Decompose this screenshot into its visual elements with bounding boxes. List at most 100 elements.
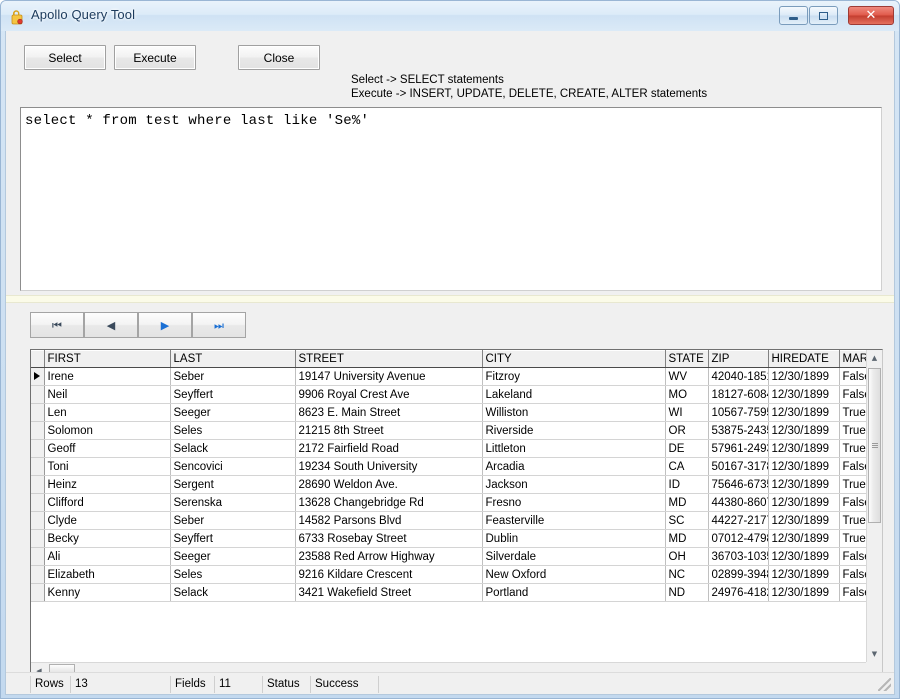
cell-city[interactable]: Fresno (482, 493, 666, 512)
cell-city[interactable]: Silverdale (482, 547, 666, 566)
column-header-state[interactable]: STATE (665, 350, 709, 368)
table-row[interactable]: Irene Seber 19147 University Avenue Fitzroy… (31, 367, 881, 386)
cell-zip[interactable]: 10567-7595 (708, 403, 769, 422)
cell-state[interactable]: MO (665, 385, 709, 404)
cell-city[interactable]: Arcadia (482, 457, 666, 476)
nav-prev-button[interactable]: ◀ (84, 312, 138, 338)
table-row[interactable]: Toni Sencovici 19234 South University Arcad… (31, 457, 881, 476)
table-row[interactable]: Clifford Serenska 13628 Changebridge Rd Fre… (31, 493, 881, 512)
record-indicator-cell[interactable] (31, 421, 45, 440)
cell-first[interactable]: Irene (44, 367, 171, 386)
cell-city[interactable]: New Oxford (482, 565, 666, 584)
cell-hiredate[interactable]: 12/30/1899 (768, 565, 840, 584)
column-header-zip[interactable]: ZIP (708, 350, 769, 368)
cell-state[interactable]: CA (665, 457, 709, 476)
table-row[interactable]: Geoff Selack 2172 Fairfield Road Littleton D… (31, 439, 881, 458)
cell-street[interactable]: 2172 Fairfield Road (295, 439, 483, 458)
cell-last[interactable]: Seyffert (170, 385, 296, 404)
table-row[interactable]: Solomon Seles 21215 8th Street Riverside OR 5… (31, 421, 881, 440)
cell-city[interactable]: Lakeland (482, 385, 666, 404)
cell-hiredate[interactable]: 12/30/1899 (768, 421, 840, 440)
title-bar[interactable]: Apollo Query Tool ✕ (1, 1, 899, 31)
cell-first[interactable]: Neil (44, 385, 171, 404)
cell-last[interactable]: Seeger (170, 547, 296, 566)
record-indicator-cell[interactable] (31, 583, 45, 602)
cell-hiredate[interactable]: 12/30/1899 (768, 511, 840, 530)
cell-first[interactable]: Solomon (44, 421, 171, 440)
cell-last[interactable]: Selack (170, 439, 296, 458)
cell-zip[interactable]: 18127-6084 (708, 385, 769, 404)
record-indicator-cell[interactable] (31, 439, 45, 458)
splitter[interactable] (6, 295, 894, 303)
cell-zip[interactable]: 44380-8607 (708, 493, 769, 512)
column-header-street[interactable]: STREET (295, 350, 483, 368)
cell-city[interactable]: Jackson (482, 475, 666, 494)
cell-street[interactable]: 8623 E. Main Street (295, 403, 483, 422)
column-header-city[interactable]: CITY (482, 350, 666, 368)
scroll-up-icon[interactable]: ▲ (867, 350, 882, 366)
cell-street[interactable]: 6733 Rosebay Street (295, 529, 483, 548)
cell-hiredate[interactable]: 12/30/1899 (768, 475, 840, 494)
cell-city[interactable]: Portland (482, 583, 666, 602)
cell-zip[interactable]: 50167-3178 (708, 457, 769, 476)
record-indicator-cell[interactable] (31, 475, 45, 494)
cell-last[interactable]: Seber (170, 367, 296, 386)
cell-first[interactable]: Becky (44, 529, 171, 548)
cell-zip[interactable]: 07012-4798 (708, 529, 769, 548)
cell-state[interactable]: WV (665, 367, 709, 386)
cell-street[interactable]: 28690 Weldon Ave. (295, 475, 483, 494)
cell-first[interactable]: Len (44, 403, 171, 422)
cell-hiredate[interactable]: 12/30/1899 (768, 367, 840, 386)
cell-city[interactable]: Dublin (482, 529, 666, 548)
record-indicator-cell[interactable] (31, 565, 45, 584)
cell-state[interactable]: WI (665, 403, 709, 422)
cell-hiredate[interactable]: 12/30/1899 (768, 457, 840, 476)
close-window-button[interactable]: ✕ (848, 6, 894, 25)
cell-zip[interactable]: 42040-1851 (708, 367, 769, 386)
cell-hiredate[interactable]: 12/30/1899 (768, 385, 840, 404)
cell-street[interactable]: 21215 8th Street (295, 421, 483, 440)
maximize-button[interactable] (809, 6, 838, 25)
cell-state[interactable]: OH (665, 547, 709, 566)
record-indicator-cell[interactable] (31, 511, 45, 530)
cell-street[interactable]: 13628 Changebridge Rd (295, 493, 483, 512)
cell-last[interactable]: Serenska (170, 493, 296, 512)
scroll-down-icon[interactable]: ▼ (867, 646, 882, 662)
record-indicator-cell[interactable] (31, 403, 45, 422)
cell-street[interactable]: 19234 South University (295, 457, 483, 476)
results-grid[interactable]: FIRST LAST STREET CITY STATE ZIP HIREDATE MARR … (30, 349, 883, 679)
cell-last[interactable]: Sencovici (170, 457, 296, 476)
table-row[interactable]: Becky Seyffert 6733 Rosebay Street Dublin MD… (31, 529, 881, 548)
cell-state[interactable]: MD (665, 493, 709, 512)
cell-first[interactable]: Clyde (44, 511, 171, 530)
nav-first-button[interactable]: ⏮ (30, 312, 84, 338)
cell-first[interactable]: Heinz (44, 475, 171, 494)
cell-state[interactable]: SC (665, 511, 709, 530)
cell-street[interactable]: 19147 University Avenue (295, 367, 483, 386)
cell-first[interactable]: Geoff (44, 439, 171, 458)
record-indicator-cell[interactable] (31, 385, 45, 404)
cell-state[interactable]: MD (665, 529, 709, 548)
cell-hiredate[interactable]: 12/30/1899 (768, 547, 840, 566)
sql-editor-text[interactable]: select * from test where last like 'Se%' (25, 113, 369, 129)
cell-hiredate[interactable]: 12/30/1899 (768, 403, 840, 422)
cell-first[interactable]: Ali (44, 547, 171, 566)
select-button[interactable]: Select (24, 45, 106, 70)
table-row[interactable]: Elizabeth Seles 9216 Kildare Crescent New O… (31, 565, 881, 584)
record-indicator-cell[interactable] (31, 493, 45, 512)
cell-city[interactable]: Feasterville (482, 511, 666, 530)
cell-street[interactable]: 9906 Royal Crest Ave (295, 385, 483, 404)
cell-first[interactable]: Kenny (44, 583, 171, 602)
cell-state[interactable]: DE (665, 439, 709, 458)
cell-zip[interactable]: 75646-6735 (708, 475, 769, 494)
table-row[interactable]: Clyde Seber 14582 Parsons Blvd Feasterville… (31, 511, 881, 530)
record-indicator-cell[interactable] (31, 547, 45, 566)
cell-state[interactable]: NC (665, 565, 709, 584)
minimize-button[interactable] (779, 6, 808, 25)
cell-last[interactable]: Selack (170, 583, 296, 602)
cell-first[interactable]: Elizabeth (44, 565, 171, 584)
cell-zip[interactable]: 36703-1035 (708, 547, 769, 566)
cell-street[interactable]: 14582 Parsons Blvd (295, 511, 483, 530)
nav-next-button[interactable]: ▶ (138, 312, 192, 338)
cell-city[interactable]: Fitzroy (482, 367, 666, 386)
